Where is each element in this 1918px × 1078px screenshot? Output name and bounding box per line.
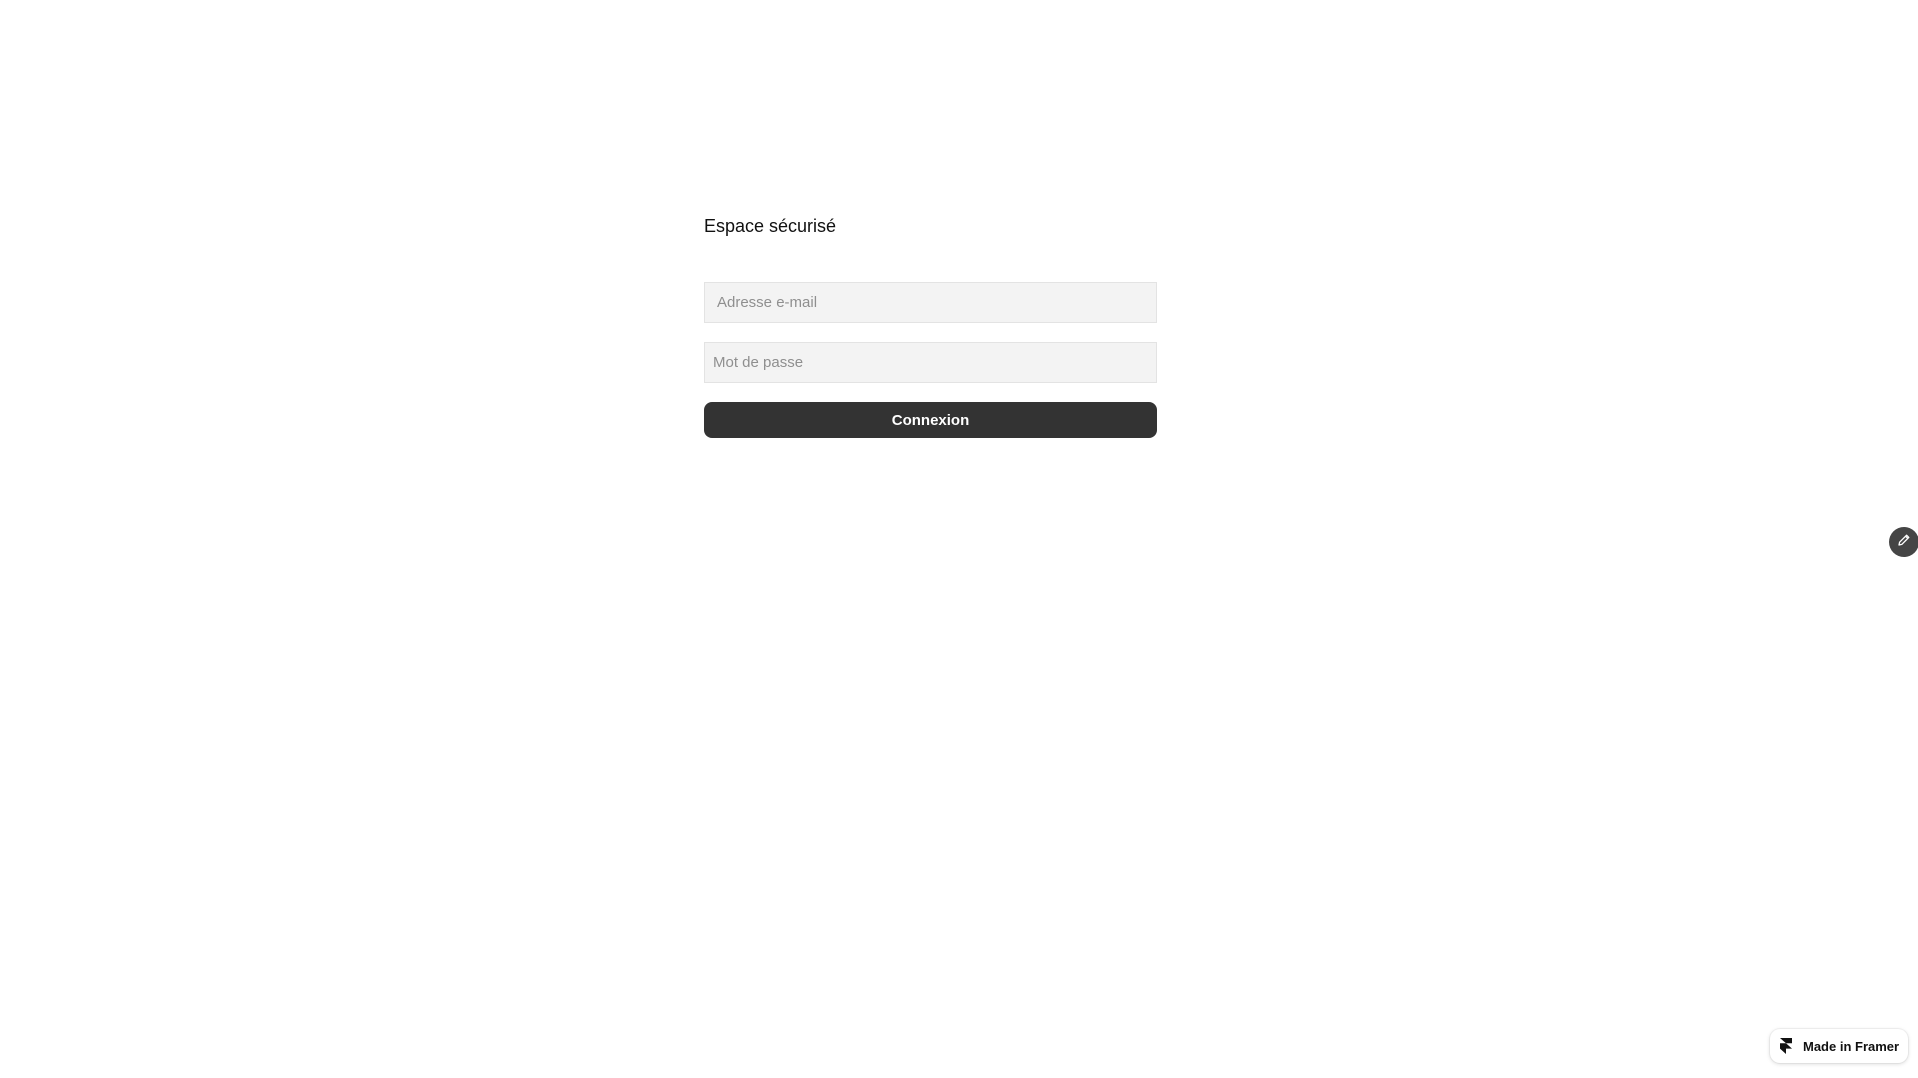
edit-button[interactable]: [1889, 527, 1918, 557]
password-input[interactable]: [704, 342, 1157, 383]
page-title: Espace sécurisé: [704, 216, 837, 236]
login-form: Connexion: [704, 282, 1157, 438]
email-input[interactable]: [704, 282, 1157, 323]
framer-badge-label: Made in Framer: [1803, 1038, 1900, 1054]
made-in-framer-badge[interactable]: Made in Framer: [1770, 1029, 1908, 1063]
login-button[interactable]: Connexion: [704, 402, 1157, 438]
pencil-icon: [1897, 533, 1911, 552]
framer-logo-icon: [1780, 1038, 1794, 1054]
page: Espace sécurisé Connexion Made in Framer: [0, 0, 1918, 1078]
